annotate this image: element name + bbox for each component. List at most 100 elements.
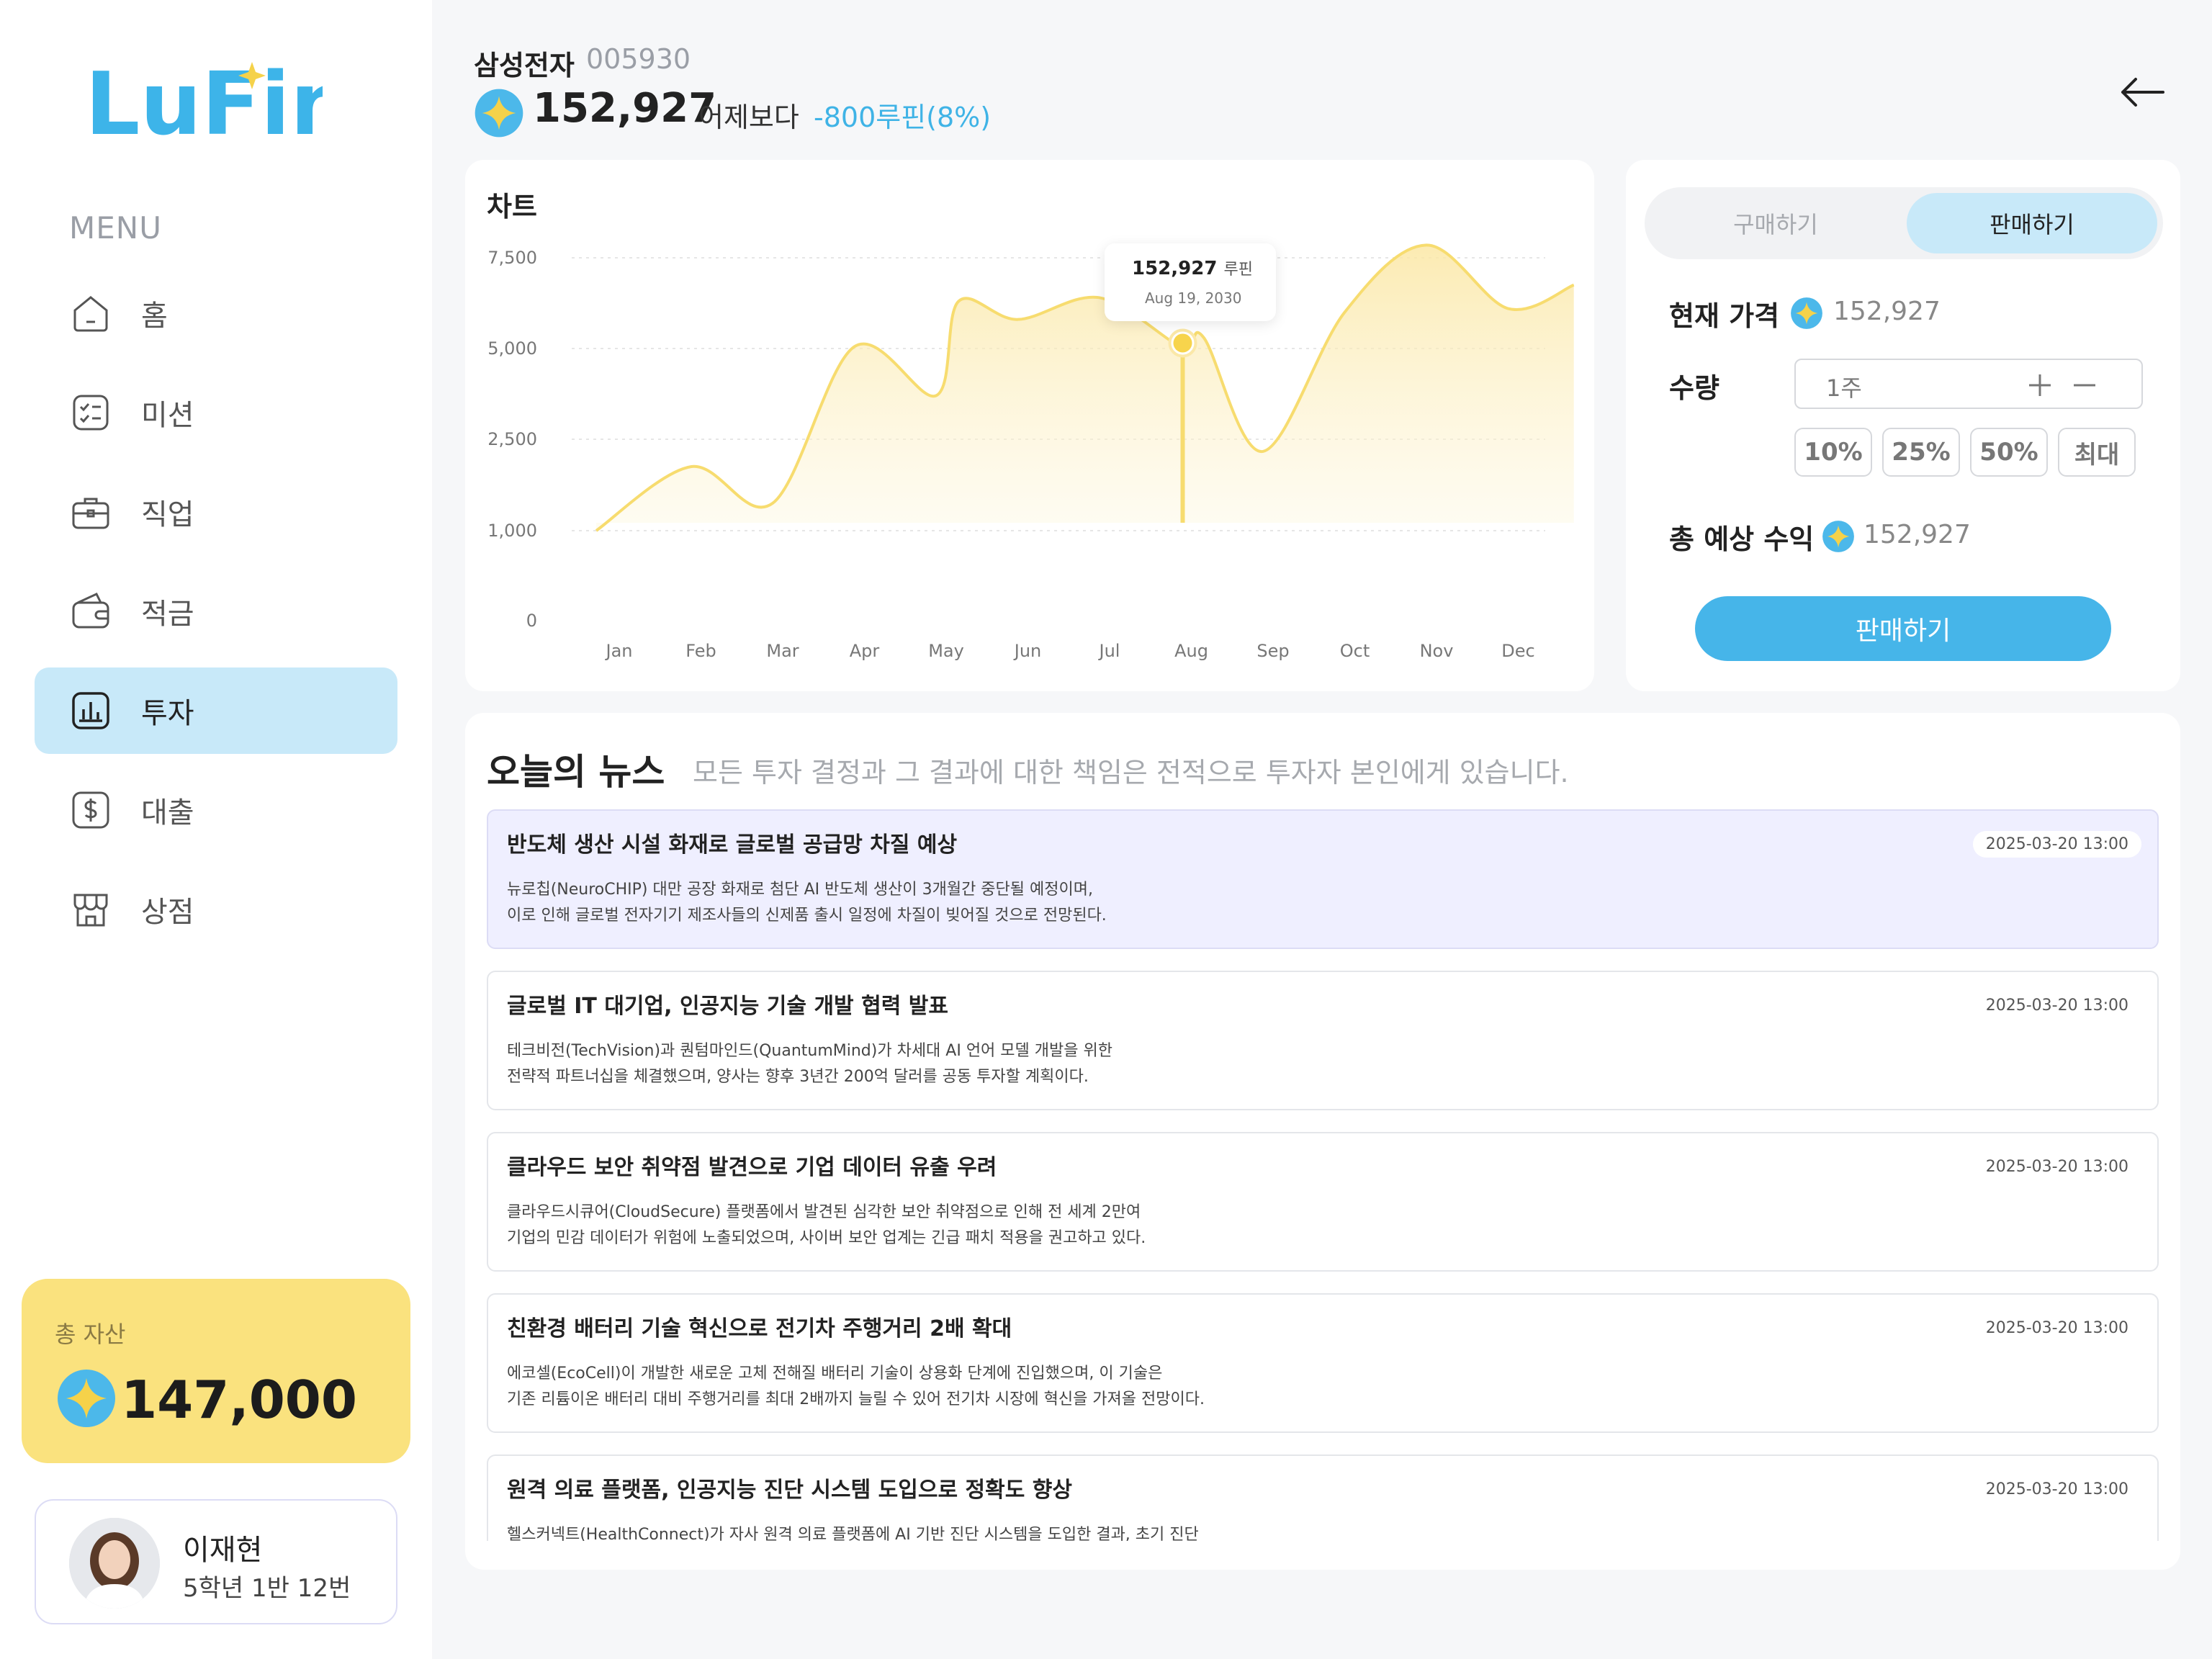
- current-price-label: 현재 가격: [1669, 294, 1779, 333]
- news-item[interactable]: 글로벌 IT 대기업, 인공지능 기술 개발 협력 발표 2025-03-20 …: [487, 971, 2159, 1110]
- x-tick-label: Apr: [850, 641, 880, 661]
- news-headline: 클라우드 보안 취약점 발견으로 기업 데이터 유출 우려: [507, 1149, 997, 1181]
- news-date: 2025-03-20 13:00: [1973, 1154, 2141, 1180]
- nav-item-job[interactable]: 직업: [35, 469, 397, 555]
- news-body-line: 뉴로칩(NeuroCHIP) 대만 공장 화재로 첨단 AI 반도체 생산이 3…: [507, 877, 1587, 903]
- x-tick-label: Feb: [685, 641, 716, 661]
- nav-item-loan[interactable]: 대출: [35, 767, 397, 853]
- tab-sell[interactable]: 판매하기: [1907, 193, 2157, 253]
- back-arrow-icon[interactable]: [2117, 71, 2167, 114]
- news-item[interactable]: 클라우드 보안 취약점 발견으로 기업 데이터 유출 우려 2025-03-20…: [487, 1132, 2159, 1272]
- area-fill: [596, 245, 1574, 531]
- news-title: 오늘의 뉴스: [487, 743, 665, 795]
- coin-icon: [56, 1368, 117, 1429]
- chart-tooltip: 152,927 루핀 Aug 19, 2030: [1105, 243, 1276, 321]
- news-list[interactable]: 반도체 생산 시설 화재로 글로벌 공급망 차질 예상 2025-03-20 1…: [487, 809, 2159, 1541]
- x-tick-label: Dec: [1501, 641, 1534, 661]
- briefcase-icon: [71, 492, 111, 532]
- home-icon: [71, 293, 111, 333]
- news-card: 오늘의 뉴스 모든 투자 결정과 그 결과에 대한 책임은 전적으로 투자자 본…: [465, 713, 2180, 1570]
- profile-card[interactable]: 이재현 5학년 1반 12번: [35, 1499, 397, 1624]
- y-tick-label: 1,000: [487, 521, 537, 541]
- chart-card: 차트 01,0002,5005,0007,500JanFebMarAprMayJ…: [465, 160, 1594, 691]
- nav-label-savings: 적금: [141, 590, 194, 632]
- nav-item-mission[interactable]: 미션: [35, 369, 397, 456]
- coin-icon: [474, 88, 524, 138]
- nav-item-savings[interactable]: 적금: [35, 568, 397, 655]
- total-asset-value: 147,000: [121, 1370, 357, 1430]
- nav-label-invest: 투자: [141, 690, 194, 732]
- sell-button[interactable]: 판매하기: [1695, 596, 2111, 661]
- nav-label-loan: 대출: [141, 789, 194, 831]
- x-tick-label: Jul: [1098, 641, 1120, 661]
- news-body: 에코셀(EcoCell)이 개발한 새로운 고체 전해질 배터리 기술이 상용화…: [507, 1361, 1587, 1413]
- checklist-icon: [71, 392, 111, 433]
- price-chart[interactable]: 01,0002,5005,0007,500JanFebMarAprMayJunJ…: [465, 160, 1594, 691]
- percent-25-button[interactable]: 25%: [1882, 428, 1960, 477]
- quantity-label: 수량: [1669, 366, 1719, 405]
- minus-icon[interactable]: [2064, 364, 2105, 406]
- nav-label-store: 상점: [141, 889, 194, 930]
- news-body: 클라우드시큐어(CloudSecure) 플랫폼에서 발견된 심각한 보안 취약…: [507, 1200, 1587, 1251]
- nav-label-job: 직업: [141, 491, 194, 533]
- stock-name: 삼성전자: [474, 43, 575, 83]
- news-body-line: 헬스커넥트(HealthConnect)가 자사 원격 의료 플랫폼에 AI 기…: [507, 1522, 1587, 1541]
- logo-text: LuFin: [85, 56, 323, 150]
- nav-item-home[interactable]: 홈: [35, 270, 397, 356]
- news-item[interactable]: 반도체 생산 시설 화재로 글로벌 공급망 차질 예상 2025-03-20 1…: [487, 809, 2159, 949]
- news-body-line: 이로 인해 글로벌 전자기기 제조사들의 신제품 출시 일정에 차질이 빚어질 …: [507, 903, 1587, 929]
- percent-max-button[interactable]: 최대: [2058, 428, 2136, 477]
- percent-50-button[interactable]: 50%: [1970, 428, 2048, 477]
- chart-icon: [71, 691, 111, 731]
- nav-label-home: 홈: [141, 292, 168, 334]
- x-tick-label: Sep: [1256, 641, 1289, 661]
- news-item[interactable]: 원격 의료 플랫폼, 인공지능 진단 시스템 도입으로 정확도 향상 2025-…: [487, 1455, 2159, 1541]
- y-tick-label: 7,500: [487, 248, 537, 268]
- store-icon: [71, 889, 111, 930]
- profile-name: 이재현: [183, 1527, 262, 1568]
- current-price-value: 152,927: [1833, 297, 1941, 326]
- percent-10-button[interactable]: 10%: [1794, 428, 1872, 477]
- news-body-line: 테크비전(TechVision)과 퀀텀마인드(QuantumMind)가 차세…: [507, 1038, 1587, 1064]
- x-tick-label: Aug: [1174, 641, 1208, 661]
- news-body-line: 기업의 민감 데이터가 위험에 노출되었으며, 사이버 보안 업계는 긴급 패치…: [507, 1226, 1587, 1251]
- y-tick-label: 5,000: [487, 338, 537, 359]
- news-body-line: 에코셀(EcoCell)이 개발한 새로운 고체 전해질 배터리 기술이 상용화…: [507, 1361, 1587, 1387]
- news-date: 2025-03-20 13:00: [1973, 831, 2141, 858]
- tooltip-date: Aug 19, 2030: [1145, 289, 1241, 307]
- sidebar: LuFin MENU 홈 미션 직업 적금: [0, 0, 432, 1659]
- stock-price: 152,927: [533, 85, 716, 132]
- x-tick-label: Jun: [1013, 641, 1042, 661]
- news-body-line: 클라우드시큐어(CloudSecure) 플랫폼에서 발견된 심각한 보안 취약…: [507, 1200, 1587, 1226]
- stock-code: 005930: [586, 43, 691, 75]
- news-body: 테크비전(TechVision)과 퀀텀마인드(QuantumMind)가 차세…: [507, 1038, 1587, 1090]
- news-headline: 친환경 배터리 기술 혁신으로 전기차 주행거리 2배 확대: [507, 1310, 1012, 1342]
- avatar: [69, 1518, 160, 1609]
- news-item[interactable]: 친환경 배터리 기술 혁신으로 전기차 주행거리 2배 확대 2025-03-2…: [487, 1293, 2159, 1433]
- news-body: 뉴로칩(NeuroCHIP) 대만 공장 화재로 첨단 AI 반도체 생산이 3…: [507, 877, 1587, 929]
- news-date: 2025-03-20 13:00: [1973, 1476, 2141, 1503]
- dollar-icon: [71, 790, 111, 830]
- y-tick-label: 0: [526, 611, 537, 631]
- menu-title: MENU: [69, 210, 162, 246]
- compare-label: 어제보다: [698, 95, 799, 135]
- news-headline: 원격 의료 플랫폼, 인공지능 진단 시스템 도입으로 정확도 향상: [507, 1472, 1072, 1503]
- news-disclaimer: 모든 투자 결정과 그 결과에 대한 책임은 전적으로 투자자 본인에게 있습니…: [693, 750, 1569, 790]
- news-date: 2025-03-20 13:00: [1973, 1315, 2141, 1341]
- tab-buy[interactable]: 구매하기: [1650, 193, 1901, 253]
- y-tick-label: 2,500: [487, 429, 537, 449]
- news-headline: 글로벌 IT 대기업, 인공지능 기술 개발 협력 발표: [507, 988, 948, 1020]
- plus-icon[interactable]: [2019, 364, 2061, 406]
- news-body-line: 전략적 파트너십을 체결했으며, 양사는 향후 3년간 200억 달러를 공동 …: [507, 1064, 1587, 1090]
- nav-item-invest[interactable]: 투자: [35, 667, 397, 754]
- total-expected-label: 총 예상 수익: [1669, 517, 1814, 557]
- nav-item-store[interactable]: 상점: [35, 866, 397, 953]
- total-asset-card: 총 자산 147,000: [22, 1279, 410, 1463]
- lufin-logo[interactable]: LuFin: [85, 56, 323, 150]
- tooltip-value: 152,927: [1132, 258, 1217, 279]
- highlight-point: [1174, 333, 1192, 352]
- profile-class: 5학년 1반 12번: [183, 1568, 351, 1604]
- trade-tabs: 구매하기 판매하기: [1645, 187, 2163, 259]
- quantity-stepper[interactable]: 1주: [1794, 359, 2143, 409]
- news-date: 2025-03-20 13:00: [1973, 992, 2141, 1019]
